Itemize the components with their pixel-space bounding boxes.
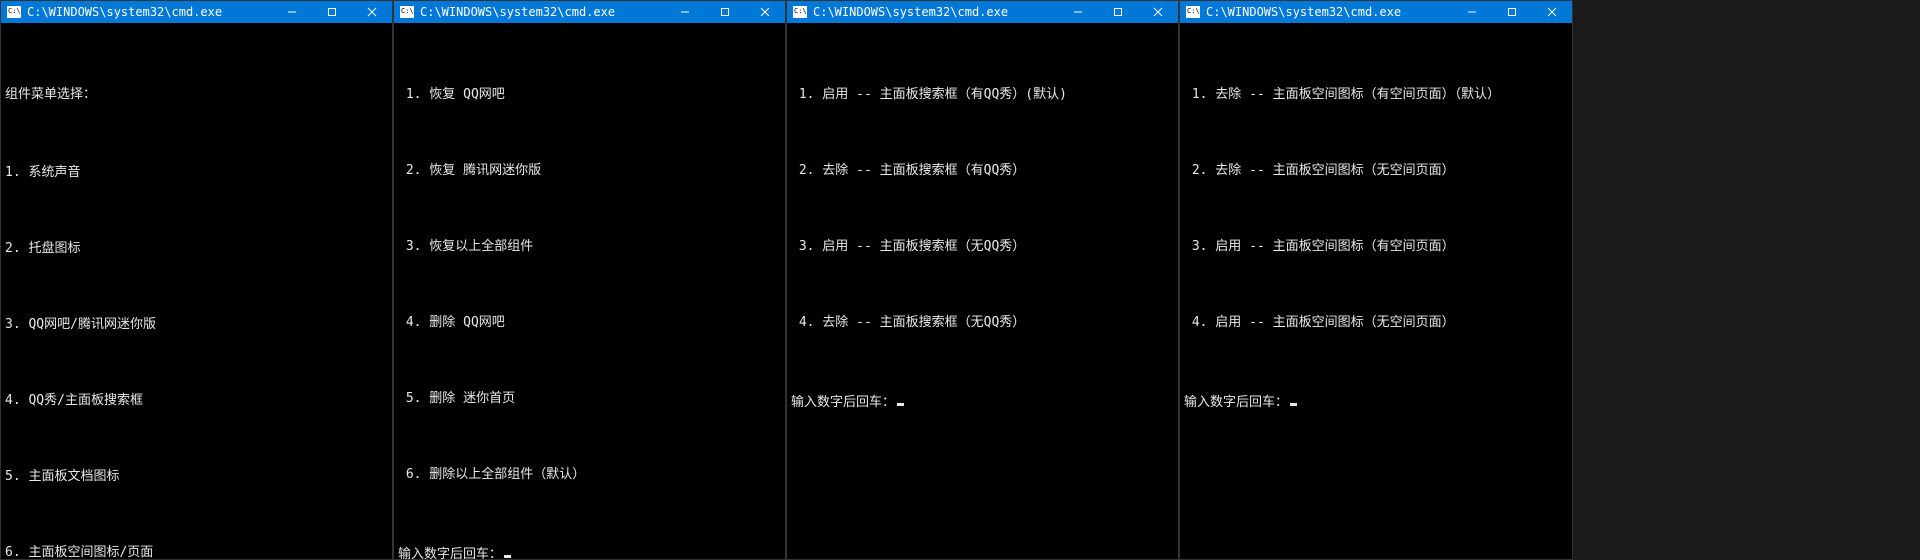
input-prompt: 输入数字后回车： [1184, 390, 1568, 415]
cmd-window-4: C:\WINDOWS\system32\cmd.exe 1. 去除 -- 主面板… [1179, 0, 1573, 560]
prompt-text: 输入数字后回车： [791, 395, 895, 410]
menu-item: 3. QQ网吧/腾讯网迷你版 [5, 312, 388, 337]
cursor-icon [1290, 403, 1297, 406]
menu-item: 1. 启用 -- 主面板搜索框（有QQ秀）(默认) [791, 82, 1174, 107]
console-content[interactable]: 1. 去除 -- 主面板空间图标（有空间页面）（默认） 2. 去除 -- 主面板… [1180, 23, 1572, 559]
titlebar[interactable]: C:\WINDOWS\system32\cmd.exe [394, 1, 785, 23]
menu-item: 4. QQ秀/主面板搜索框 [5, 388, 388, 413]
menu-item: 4. 删除 QQ网吧 [398, 310, 781, 335]
menu-item: 5. 主面板文档图标 [5, 464, 388, 489]
menu-item: 2. 托盘图标 [5, 236, 388, 261]
input-prompt: 输入数字后回车： [398, 542, 781, 559]
close-button[interactable] [745, 1, 785, 23]
menu-item: 4. 启用 -- 主面板空间图标（无空间页面） [1184, 310, 1568, 335]
menu-header: 组件菜单选择： [5, 82, 388, 107]
minimize-button[interactable] [272, 1, 312, 23]
cmd-window-2: C:\WINDOWS\system32\cmd.exe 1. 恢复 QQ网吧 2… [393, 0, 786, 560]
minimize-button[interactable] [1452, 1, 1492, 23]
menu-item: 3. 启用 -- 主面板空间图标（有空间页面） [1184, 234, 1568, 259]
titlebar-buttons [272, 1, 392, 23]
window-title: C:\WINDOWS\system32\cmd.exe [1206, 5, 1452, 19]
close-button[interactable] [1138, 1, 1178, 23]
menu-item: 2. 去除 -- 主面板搜索框（有QQ秀） [791, 158, 1174, 183]
menu-item: 1. 恢复 QQ网吧 [398, 82, 781, 107]
menu-item: 6. 删除以上全部组件（默认） [398, 462, 781, 487]
cmd-icon [7, 6, 21, 18]
cursor-icon [897, 403, 904, 406]
menu-item: 2. 恢复 腾讯网迷你版 [398, 158, 781, 183]
menu-item: 3. 恢复以上全部组件 [398, 234, 781, 259]
window-title: C:\WINDOWS\system32\cmd.exe [27, 5, 272, 19]
close-button[interactable] [1532, 1, 1572, 23]
cursor-icon [504, 555, 511, 558]
menu-item: 2. 去除 -- 主面板空间图标（无空间页面） [1184, 158, 1568, 183]
cmd-icon [793, 6, 807, 18]
console-content[interactable]: 组件菜单选择： 1. 系统声音 2. 托盘图标 3. QQ网吧/腾讯网迷你版 4… [1, 23, 392, 559]
menu-item: 1. 系统声音 [5, 160, 388, 185]
maximize-button[interactable] [312, 1, 352, 23]
maximize-button[interactable] [1098, 1, 1138, 23]
menu-item: 6. 主面板空间图标/页面 [5, 540, 388, 559]
titlebar-buttons [665, 1, 785, 23]
titlebar-buttons [1452, 1, 1572, 23]
cmd-window-1: C:\WINDOWS\system32\cmd.exe 组件菜单选择： 1. 系… [0, 0, 393, 560]
close-button[interactable] [352, 1, 392, 23]
titlebar[interactable]: C:\WINDOWS\system32\cmd.exe [1180, 1, 1572, 23]
console-content[interactable]: 1. 恢复 QQ网吧 2. 恢复 腾讯网迷你版 3. 恢复以上全部组件 4. 删… [394, 23, 785, 559]
maximize-button[interactable] [705, 1, 745, 23]
minimize-button[interactable] [665, 1, 705, 23]
minimize-button[interactable] [1058, 1, 1098, 23]
maximize-button[interactable] [1492, 1, 1532, 23]
input-prompt: 输入数字后回车： [791, 390, 1174, 415]
menu-item: 3. 启用 -- 主面板搜索框（无QQ秀） [791, 234, 1174, 259]
titlebar-buttons [1058, 1, 1178, 23]
cmd-icon [400, 6, 414, 18]
console-content[interactable]: 1. 启用 -- 主面板搜索框（有QQ秀）(默认) 2. 去除 -- 主面板搜索… [787, 23, 1178, 559]
titlebar[interactable]: C:\WINDOWS\system32\cmd.exe [787, 1, 1178, 23]
prompt-text: 输入数字后回车： [1184, 395, 1288, 410]
window-title: C:\WINDOWS\system32\cmd.exe [420, 5, 665, 19]
cmd-icon [1186, 6, 1200, 18]
menu-item: 5. 删除 迷你首页 [398, 386, 781, 411]
menu-item: 1. 去除 -- 主面板空间图标（有空间页面）（默认） [1184, 82, 1568, 107]
prompt-text: 输入数字后回车： [398, 547, 502, 559]
menu-item: 4. 去除 -- 主面板搜索框（无QQ秀） [791, 310, 1174, 335]
cmd-window-3: C:\WINDOWS\system32\cmd.exe 1. 启用 -- 主面板… [786, 0, 1179, 560]
titlebar[interactable]: C:\WINDOWS\system32\cmd.exe [1, 1, 392, 23]
window-title: C:\WINDOWS\system32\cmd.exe [813, 5, 1058, 19]
